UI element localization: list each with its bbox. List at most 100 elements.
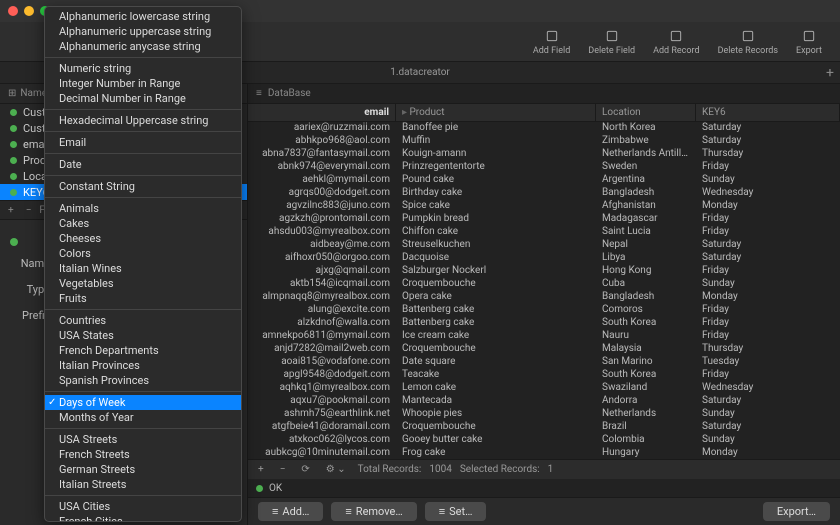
table-row[interactable]: agvzilnc883@juno.comSpice cakeAfghanista… (248, 200, 840, 213)
cell-key: Sunday (696, 408, 840, 421)
remove-button[interactable]: ≡Remove… (331, 502, 416, 521)
table-row[interactable]: aidbeay@me.comStreuselkuchenNepalSaturda… (248, 239, 840, 252)
table-row[interactable]: abna7837@fantasymail.comKouign-amannNeth… (248, 148, 840, 161)
menu-item[interactable]: French Cities (45, 514, 241, 522)
tab-title[interactable]: 1.datacreator (390, 67, 450, 78)
table-row[interactable]: aehkl@mymail.comPound cakeArgentinaSunda… (248, 174, 840, 187)
table-row[interactable]: alzkdnof@walla.comBattenberg cakeSouth K… (248, 317, 840, 330)
table-row[interactable]: aqxu7@pookmail.comMantecadaAndorraSaturd… (248, 395, 840, 408)
table-row[interactable]: ahsdu003@myrealbox.comChiffon cakeSaint … (248, 226, 840, 239)
table-row[interactable]: almpnaqq8@myrealbox.comOpera cakeBanglad… (248, 291, 840, 304)
hamburger-icon[interactable]: ≡ (256, 88, 262, 99)
cell-product: Croquembouche (396, 278, 596, 291)
remove-field-btn[interactable]: − (22, 204, 36, 217)
total-records-label: Total Records: (358, 464, 422, 475)
add-record-button[interactable]: Add Record (645, 26, 707, 58)
table-row[interactable]: aqhkq1@myrealbox.comLemon cakeSwazilandW… (248, 382, 840, 395)
table-row[interactable]: apgl9548@dodgeit.comTeacakeSouth KoreaFr… (248, 369, 840, 382)
table-row[interactable]: amnekpo6811@mymail.comIce cream cakeNaur… (248, 330, 840, 343)
col-key[interactable]: KEY6 (696, 104, 840, 121)
table-row[interactable]: ashmh75@earthlink.netWhoopie piesNetherl… (248, 408, 840, 421)
menu-item[interactable]: Constant String (45, 179, 241, 194)
menu-item[interactable]: German Streets (45, 462, 241, 477)
menu-item[interactable]: Alphanumeric uppercase string (45, 24, 241, 39)
menu-item[interactable]: Countries (45, 313, 241, 328)
refresh-btn[interactable]: ⟳ (297, 464, 313, 475)
table-row[interactable]: ajxg@qmail.comSalzburger NockerlHong Kon… (248, 265, 840, 278)
menu-item[interactable]: Hexadecimal Uppercase string (45, 113, 241, 128)
delete-records-button[interactable]: Delete Records (710, 26, 786, 58)
table-row[interactable]: abhkpo968@aol.comMuffinZimbabweSaturday (248, 135, 840, 148)
menu-item[interactable]: Italian Streets (45, 477, 241, 492)
minimize-window[interactable] (24, 6, 34, 16)
menu-item[interactable]: Decimal Number in Range (45, 91, 241, 106)
menu-item[interactable]: French Departments (45, 343, 241, 358)
delete-records-icon (740, 28, 756, 44)
table-row[interactable]: agrqs00@dodgeit.comBirthday cakeBanglade… (248, 187, 840, 200)
type-dropdown-menu[interactable]: Alphanumeric lowercase stringAlphanumeri… (44, 6, 242, 522)
menu-item[interactable]: Animals (45, 201, 241, 216)
menu-item[interactable]: USA Cities (45, 499, 241, 514)
cell-email: ajxg@qmail.com (248, 265, 396, 278)
menu-item[interactable]: Colors (45, 246, 241, 261)
menu-item[interactable]: USA States (45, 328, 241, 343)
menu-item[interactable]: USA Streets (45, 432, 241, 447)
col-email[interactable]: email (248, 104, 396, 121)
table-row[interactable]: atxkoc062@lycos.comGooey butter cakeColo… (248, 434, 840, 447)
add-field-btn[interactable]: + (4, 204, 18, 217)
menu-item[interactable]: Spanish Provinces (45, 373, 241, 388)
menu-item[interactable]: Email (45, 135, 241, 150)
menu-item[interactable]: Alphanumeric lowercase string (45, 9, 241, 24)
menu-item[interactable]: Cheeses (45, 231, 241, 246)
table-row[interactable]: aariex@ruzzmaii.comBanoffee pieNorth Kor… (248, 122, 840, 135)
menu-item[interactable]: Date (45, 157, 241, 172)
export-button[interactable]: Export… (763, 502, 830, 521)
cell-email: ashmh75@earthlink.net (248, 408, 396, 421)
menu-item[interactable]: Italian Wines (45, 261, 241, 276)
add-row-btn[interactable]: + (254, 464, 268, 475)
menu-item[interactable]: French Streets (45, 447, 241, 462)
menu-item[interactable]: Integer Number in Range (45, 76, 241, 91)
cell-location: Libya (596, 252, 696, 265)
table-row[interactable]: aifhoxr050@orgoo.comDacquoiseLibyaSaturd… (248, 252, 840, 265)
table-row[interactable]: agzkzh@prontomail.comPumpkin breadMadaga… (248, 213, 840, 226)
table-row[interactable]: atgfbeie41@doramail.comCroquemboucheBraz… (248, 421, 840, 434)
menu-item[interactable]: Numeric string (45, 61, 241, 76)
add-field-button[interactable]: Add Field (525, 26, 578, 58)
col-product[interactable]: Product (410, 107, 445, 118)
table-row[interactable]: aoai815@vodafone.comDate squareSan Marin… (248, 356, 840, 369)
cell-key: Saturday (696, 395, 840, 408)
menu-item[interactable]: Italian Provinces (45, 358, 241, 373)
menu-item[interactable]: Fruits (45, 291, 241, 306)
add-button[interactable]: ≡Add… (258, 502, 323, 521)
close-window[interactable] (8, 6, 18, 16)
set-button[interactable]: ≡Set… (425, 502, 487, 521)
cell-location: South Korea (596, 369, 696, 382)
cell-email: apgl9548@dodgeit.com (248, 369, 396, 382)
db-header: ≡ DataBase (248, 84, 840, 104)
cell-product: Opera cake (396, 291, 596, 304)
cell-product: Salzburger Nockerl (396, 265, 596, 278)
cell-key: Saturday (696, 421, 840, 434)
table-row[interactable]: aktb154@icqmail.comCroquemboucheCubaSund… (248, 278, 840, 291)
remove-row-btn[interactable]: − (276, 464, 290, 475)
cell-product: Date square (396, 356, 596, 369)
gear-btn[interactable]: ⚙︎ ⌄ (322, 464, 350, 475)
total-records-value: 1004 (429, 464, 451, 475)
export-button[interactable]: Export (788, 26, 830, 58)
table-row[interactable]: aubkcg@10minutemail.comFrog cakeHungaryM… (248, 447, 840, 459)
col-location[interactable]: Location (596, 104, 696, 121)
status-dot (10, 238, 18, 246)
table-row[interactable]: abnk974@everymail.comPrinzregententorteS… (248, 161, 840, 174)
menu-item[interactable]: Days of Week (45, 395, 241, 410)
menu-item[interactable]: Cakes (45, 216, 241, 231)
cell-location: Cuba (596, 278, 696, 291)
menu-item[interactable]: Alphanumeric anycase string (45, 39, 241, 54)
menu-item[interactable]: Months of Year (45, 410, 241, 425)
delete-field-button[interactable]: Delete Field (580, 26, 643, 58)
menu-item[interactable]: Vegetables (45, 276, 241, 291)
bottom-bar: ≡Add… ≡Remove… ≡Set… Export… (248, 497, 840, 525)
table-row[interactable]: alung@excite.comBattenberg cakeComorosFr… (248, 304, 840, 317)
table-row[interactable]: anjd7282@mail2web.comCroquemboucheMalays… (248, 343, 840, 356)
add-tab[interactable]: + (826, 65, 834, 81)
